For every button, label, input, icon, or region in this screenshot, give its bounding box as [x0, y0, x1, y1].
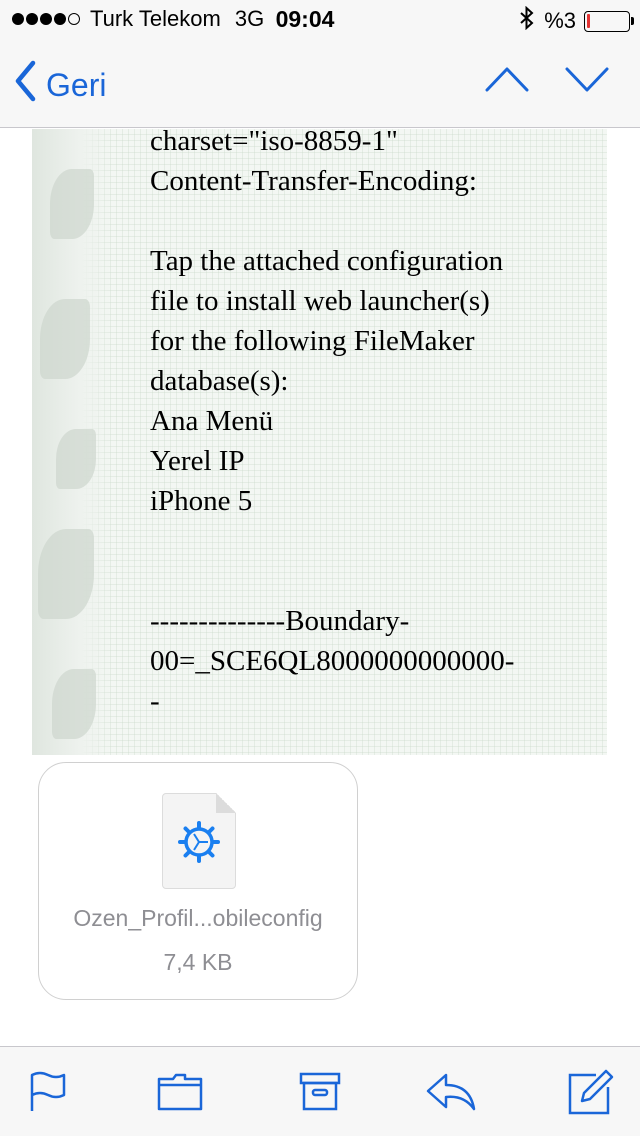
leaf-decoration	[38, 529, 94, 619]
compose-button[interactable]	[566, 1069, 616, 1119]
signal-strength-icon	[12, 13, 82, 25]
message-line: 00=_SCE6QL8000000000000-	[150, 645, 515, 677]
message-line: file to install web launcher(s)	[150, 285, 490, 317]
battery-percentage: %3	[544, 8, 576, 33]
archive-button[interactable]	[298, 1069, 348, 1119]
attachment-size: 7,4 KB	[163, 949, 233, 975]
status-bar: Turk Telekom 3G 09:04 %3	[0, 0, 640, 40]
carrier-name: Turk Telekom	[90, 6, 221, 31]
leaf-decoration	[52, 669, 96, 739]
reply-button[interactable]	[424, 1069, 476, 1119]
message-line: Tap the attached configuration	[150, 245, 504, 277]
message-line: Content-Transfer-Encoding:	[150, 165, 477, 197]
message-line	[150, 201, 514, 241]
move-to-folder-button[interactable]	[156, 1069, 206, 1119]
reply-icon	[424, 1073, 478, 1117]
message-body: charset="iso-8859-1" Content-Transfer-Enc…	[32, 129, 607, 755]
back-label: Geri	[46, 66, 107, 103]
decorative-background	[32, 129, 112, 755]
signal-dot	[26, 13, 38, 25]
next-message-button[interactable]	[564, 64, 610, 99]
message-line: Ana Menü	[150, 405, 274, 437]
chevron-down-icon	[564, 67, 610, 98]
message-line: database(s):	[150, 365, 289, 397]
leaf-decoration	[40, 299, 90, 379]
bottom-toolbar	[0, 1046, 640, 1136]
bluetooth-icon	[520, 5, 534, 36]
message-line: for the following FileMaker	[150, 325, 475, 357]
status-left: Turk Telekom 3G	[12, 6, 264, 32]
network-type: 3G	[234, 6, 265, 31]
message-line	[150, 561, 514, 601]
message-line: iPhone 5	[150, 485, 253, 517]
compose-icon	[566, 1069, 614, 1121]
message-text: charset="iso-8859-1" Content-Transfer-Enc…	[150, 129, 514, 721]
message-line: charset="iso-8859-1"	[150, 129, 398, 157]
signal-dot	[54, 13, 66, 25]
navigation-bar: Geri	[0, 40, 640, 128]
flag-button[interactable]	[26, 1069, 76, 1119]
message-line: --------------Boundary-	[150, 605, 410, 637]
signal-dot	[68, 13, 80, 25]
status-right: %3	[520, 5, 634, 36]
flag-icon	[26, 1071, 70, 1117]
back-button[interactable]: Geri	[14, 60, 106, 110]
message-line: Yerel IP	[150, 445, 245, 477]
chevron-up-icon	[484, 67, 530, 98]
chevron-left-icon	[14, 60, 46, 110]
battery-icon	[584, 10, 634, 32]
leaf-decoration	[56, 429, 96, 489]
battery-level	[587, 13, 590, 28]
signal-dot	[40, 13, 52, 25]
attachment-filename: Ozen_Profil...obileconfig	[73, 905, 323, 931]
message-line	[150, 521, 514, 561]
attachment-card[interactable]: Ozen_Profil...obileconfig 7,4 KB	[38, 762, 358, 1000]
status-time: 09:04	[275, 6, 335, 32]
leaf-decoration	[50, 169, 94, 239]
folder-icon	[156, 1073, 204, 1117]
signal-dot	[12, 13, 24, 25]
archive-icon	[298, 1072, 342, 1117]
previous-message-button[interactable]	[484, 64, 530, 99]
file-icon	[162, 793, 236, 889]
message-line: -	[150, 685, 160, 717]
